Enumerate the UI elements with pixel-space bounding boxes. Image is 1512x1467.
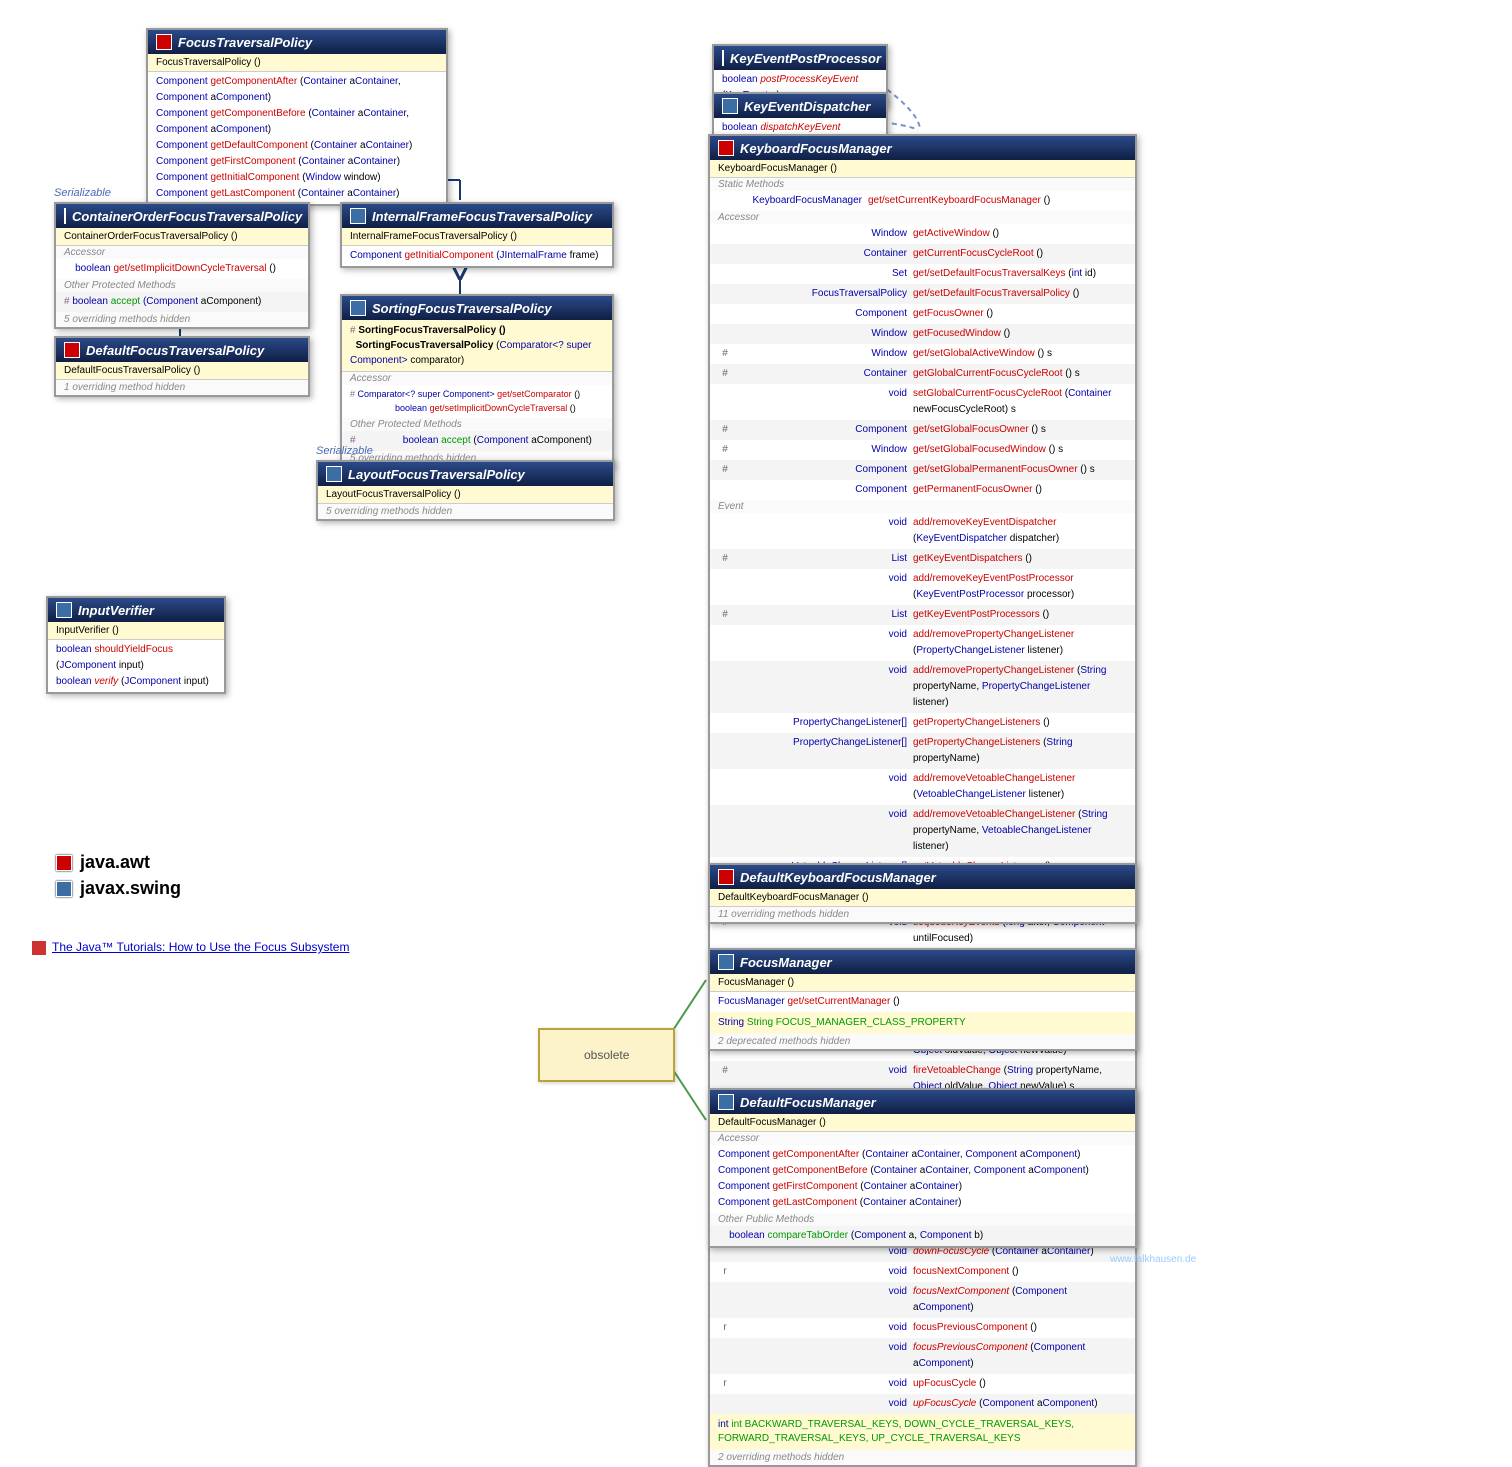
oracle-icon — [32, 941, 46, 955]
title: FocusManager — [740, 955, 832, 970]
awt-icon — [56, 855, 72, 871]
class-icon — [718, 954, 734, 970]
title: KeyEventDispatcher — [744, 99, 870, 114]
class-icon — [350, 300, 366, 316]
site-link[interactable]: www.falkhausen.de — [1110, 1254, 1196, 1265]
class-dkfm[interactable]: DefaultKeyboardFocusManager DefaultKeybo… — [708, 863, 1137, 924]
serial-label-2: Serializable — [316, 445, 373, 457]
class-icon — [326, 466, 342, 482]
section-accessor: Accessor — [56, 246, 308, 259]
title: ContainerOrderFocusTraversalPolicy — [72, 209, 302, 224]
tutorial-link[interactable]: The Java™ Tutorials: How to Use the Focu… — [32, 940, 349, 955]
serial-label: Serializable — [54, 187, 111, 199]
title: LayoutFocusTraversalPolicy — [348, 467, 525, 482]
class-icon — [350, 208, 366, 224]
class-icon — [718, 1094, 734, 1110]
class-kfm[interactable]: KeyboardFocusManager KeyboardFocusManage… — [708, 134, 1137, 1467]
constructor: FocusTraversalPolicy () — [148, 54, 446, 72]
class-dftp[interactable]: DefaultFocusTraversalPolicy DefaultFocus… — [54, 336, 310, 397]
class-dfm[interactable]: DefaultFocusManager DefaultFocusManager … — [708, 1088, 1137, 1248]
legend-swing: javax.swing — [56, 878, 181, 899]
swing-icon — [56, 881, 72, 897]
title: KeyboardFocusManager — [740, 141, 892, 156]
class-fm[interactable]: FocusManager FocusManager () FocusManage… — [708, 948, 1137, 1051]
class-icon — [718, 140, 734, 156]
class-ifftp[interactable]: InternalFrameFocusTraversalPolicy Intern… — [340, 202, 614, 268]
class-focus-traversal-policy[interactable]: FocusTraversalPolicy FocusTraversalPolic… — [146, 28, 448, 206]
class-icon — [156, 34, 172, 50]
iface-icon — [722, 50, 724, 66]
class-input-verifier[interactable]: InputVerifier InputVerifier () boolean s… — [46, 596, 226, 694]
class-coftp[interactable]: ContainerOrderFocusTraversalPolicy Conta… — [54, 202, 310, 329]
note: 5 overriding methods hidden — [56, 312, 308, 327]
class-icon — [64, 342, 80, 358]
class-icon — [56, 602, 72, 618]
title: InputVerifier — [78, 603, 154, 618]
constructor: ContainerOrderFocusTraversalPolicy () — [56, 228, 308, 246]
title: KeyEventPostProcessor — [730, 51, 881, 66]
title: DefaultFocusTraversalPolicy — [86, 343, 264, 358]
obsolete-note: obsolete — [538, 1028, 675, 1082]
legend-awt: java.awt — [56, 852, 150, 873]
class-icon — [718, 869, 734, 885]
title: DefaultFocusManager — [740, 1095, 876, 1110]
iface-icon — [722, 98, 738, 114]
note: 1 overriding method hidden — [56, 380, 308, 395]
class-lftp[interactable]: LayoutFocusTraversalPolicy LayoutFocusTr… — [316, 460, 615, 521]
title: DefaultKeyboardFocusManager — [740, 870, 936, 885]
constructor: DefaultFocusTraversalPolicy () — [56, 362, 308, 380]
title: SortingFocusTraversalPolicy — [372, 301, 552, 316]
class-sftp[interactable]: SortingFocusTraversalPolicy # SortingFoc… — [340, 294, 614, 468]
class-icon — [64, 208, 66, 224]
diagram-canvas: FocusTraversalPolicy FocusTraversalPolic… — [0, 0, 1512, 1377]
title: FocusTraversalPolicy — [178, 35, 312, 50]
section-opm: Other Protected Methods — [56, 279, 308, 292]
title: InternalFrameFocusTraversalPolicy — [372, 209, 592, 224]
constructor: InternalFrameFocusTraversalPolicy () — [342, 228, 612, 246]
